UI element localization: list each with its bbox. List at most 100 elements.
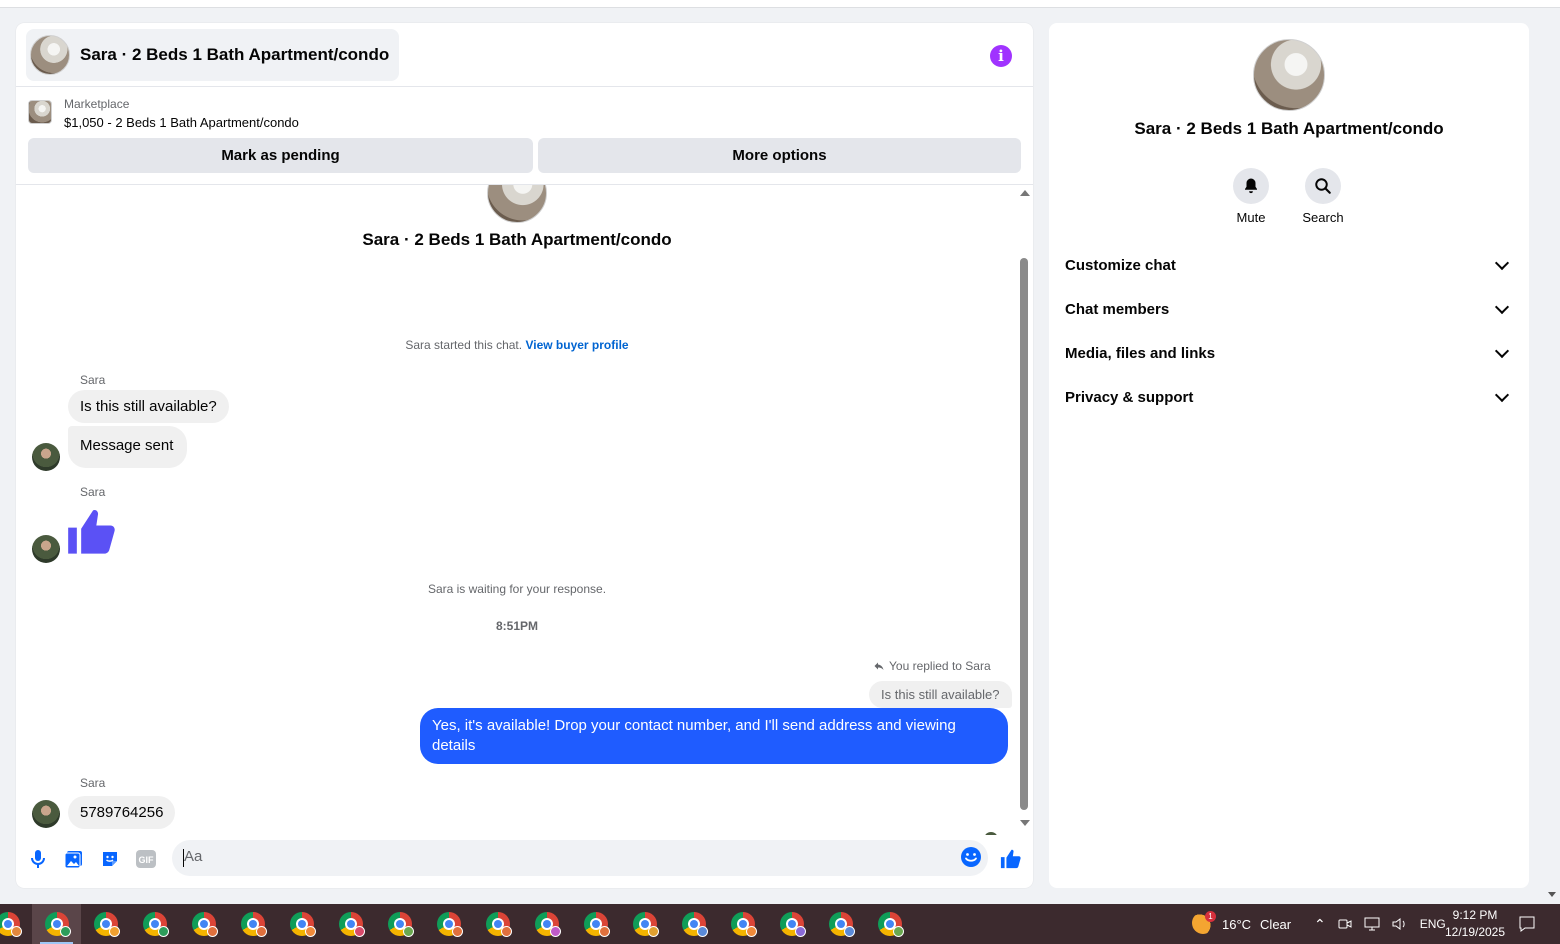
volume-icon[interactable] [1392,917,1408,931]
meet-now-icon[interactable] [1338,917,1352,931]
clock-time: 9:12 PM [1452,908,1498,922]
profile-badge-icon [256,926,267,937]
taskbar-chrome-window[interactable] [130,904,179,944]
chat-panel: Sara · 2 Beds 1 Bath Apartment/condo i M… [16,23,1033,888]
bell-icon[interactable] [1233,168,1269,204]
taskbar-chrome-window[interactable] [522,904,571,944]
message-bubble[interactable]: Message sent [68,426,188,468]
sticker-icon[interactable] [98,847,122,871]
outgoing-message-bubble[interactable]: Yes, it's available! Drop your contact n… [420,708,1008,764]
section-label: Privacy & support [1065,388,1194,406]
chat-members-section[interactable]: Chat members [1057,287,1521,331]
sara-avatar[interactable] [32,535,60,563]
weather-condition: Clear [1260,916,1292,932]
listing-title[interactable]: $1,050 - 2 Beds 1 Bath Apartment/condo [64,115,299,130]
composer: GIF [16,838,1033,888]
taskbar-chrome-window[interactable] [375,904,424,944]
info-icon[interactable]: i [990,45,1012,67]
customize-chat-section[interactable]: Customize chat [1057,243,1521,287]
page-scroll-down-arrow-icon[interactable] [1548,892,1556,897]
scroll-up-arrow-icon[interactable] [1020,190,1030,196]
taskbar-clock[interactable]: 9:12 PM 12/19/2025 [1440,907,1510,941]
taskbar-chrome-window[interactable] [81,904,130,944]
network-icon[interactable] [1364,917,1380,931]
scroll-thumb[interactable] [1020,258,1028,810]
taskbar-chrome-window[interactable] [620,904,669,944]
chat-started-notice: Sara started this chat. View buyer profi… [16,338,1018,352]
profile-badge-icon [354,926,365,937]
waiting-notice: Sara is waiting for your response. [427,582,607,596]
taskbar-chrome-window[interactable] [424,904,473,944]
details-avatar[interactable] [1253,39,1325,111]
search-label: Search [1302,210,1344,225]
mark-as-pending-button[interactable]: Mark as pending [28,138,533,173]
seen-indicator-avatar [984,832,998,835]
search-button[interactable]: Search [1293,168,1353,225]
photo-icon[interactable] [62,847,86,871]
tray-chevron-up-icon[interactable]: ⌃ [1314,916,1326,933]
notifications-icon[interactable] [1518,904,1536,944]
profile-badge-icon [452,926,463,937]
reply-reference-text: You replied to Sara [889,659,991,673]
thumbs-up-sticker-icon[interactable] [66,506,118,563]
taskbar-chrome-window[interactable] [473,904,522,944]
section-label: Media, files and links [1065,344,1216,362]
sara-avatar[interactable] [32,443,60,471]
profile-badge-icon [60,926,71,937]
like-button-icon[interactable] [999,847,1023,871]
taskbar-chrome-window[interactable] [0,904,32,944]
intro-name: Sara · 2 Beds 1 Bath Apartment/condo [362,230,672,249]
message-bubble[interactable]: Is this still available? [68,390,229,423]
taskbar-chrome-window[interactable] [816,904,865,944]
profile-badge-icon [893,926,904,937]
microphone-icon[interactable] [26,847,50,871]
mute-button[interactable]: Mute [1221,168,1281,225]
message-input-field[interactable] [172,840,988,876]
marketplace-banner: Marketplace $1,050 - 2 Beds 1 Bath Apart… [16,87,1033,185]
taskbar-chrome-window[interactable] [326,904,375,944]
gif-icon[interactable]: GIF [134,847,158,871]
profile-badge-icon [403,926,414,937]
listing-avatar [30,35,70,75]
weather-widget[interactable]: 16°C Clear [1222,904,1291,944]
sender-name: Sara [80,373,106,387]
chat-title-button[interactable]: Sara · 2 Beds 1 Bath Apartment/condo [26,29,400,81]
profile-badge-icon [11,926,22,937]
media-files-links-section[interactable]: Media, files and links [1057,331,1521,375]
taskbar-chrome-window[interactable] [571,904,620,944]
taskbar-chrome-window[interactable] [32,904,81,944]
message-input[interactable] [184,848,944,865]
chevron-down-icon [1494,387,1510,402]
timestamp: 8:51PM [495,619,539,633]
sender-name: Sara [80,485,106,499]
message-bubble[interactable]: 5789764256 [68,796,176,829]
chevron-down-icon [1494,299,1510,314]
taskbar-chrome-window[interactable] [669,904,718,944]
section-label: Chat members [1065,300,1170,318]
listing-thumbnail[interactable] [28,100,52,124]
taskbar-chrome-window[interactable] [865,904,914,944]
search-icon[interactable] [1305,168,1341,204]
chat-header: Sara · 2 Beds 1 Bath Apartment/condo i [16,23,1033,87]
taskbar-chrome-window[interactable] [228,904,277,944]
text-caret [183,849,184,867]
more-options-button[interactable]: More options [538,138,1021,173]
reply-reference: You replied to Sara [873,659,991,673]
emoji-icon[interactable] [960,846,982,873]
clock-date: 12/19/2025 [1444,925,1506,939]
weather-badge: 1 [1205,911,1216,922]
temperature: 16°C [1222,916,1252,932]
taskbar-chrome-window[interactable] [718,904,767,944]
profile-badge-icon [158,926,169,937]
taskbar-chrome-window[interactable] [767,904,816,944]
profile-badge-icon [599,926,610,937]
view-buyer-profile-link[interactable]: View buyer profile [525,338,628,352]
quoted-message[interactable]: Is this still available? [869,681,1012,708]
taskbar-chrome-window[interactable] [179,904,228,944]
scroll-down-arrow-icon[interactable] [1020,820,1030,826]
privacy-support-section[interactable]: Privacy & support [1057,375,1521,419]
svg-text:GIF: GIF [139,855,155,865]
taskbar-chrome-window[interactable] [277,904,326,944]
message-scrollbar[interactable] [1018,188,1030,828]
sara-avatar[interactable] [32,800,60,828]
